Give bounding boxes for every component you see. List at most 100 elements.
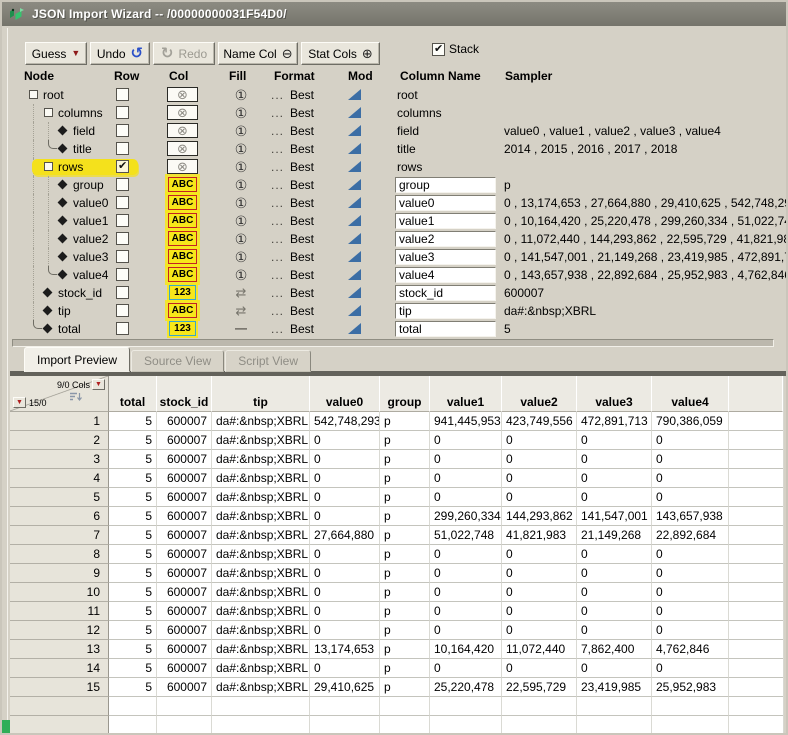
recycle-arrows-icon[interactable]: ⇄ <box>231 285 251 301</box>
grid-cell[interactable] <box>577 697 652 716</box>
grid-cell[interactable]: 0 <box>502 545 577 564</box>
mod-triangle-icon[interactable] <box>348 215 361 226</box>
leaf-diamond-icon[interactable] <box>57 215 68 226</box>
row-number[interactable]: 11 <box>10 602 109 621</box>
grid-cell[interactable]: 600007 <box>157 412 212 431</box>
sort-icon[interactable] <box>69 391 82 405</box>
grid-cell[interactable] <box>577 716 652 733</box>
grid-cell[interactable]: 0 <box>430 545 502 564</box>
grid-cell[interactable]: p <box>380 507 430 526</box>
grid-cell[interactable] <box>109 716 157 733</box>
grid-cell[interactable] <box>380 697 430 716</box>
mod-triangle-icon[interactable] <box>348 161 361 172</box>
grid-cell[interactable]: 941,445,953 <box>430 412 502 431</box>
no-column-icon[interactable]: ⊗ <box>167 159 198 174</box>
grid-cell[interactable]: 0 <box>652 621 729 640</box>
horizontal-scrollbar[interactable] <box>12 339 774 347</box>
text-abc-icon[interactable]: ABC <box>168 213 197 228</box>
column-name-field[interactable]: tip <box>395 303 496 319</box>
leaf-diamond-icon[interactable] <box>42 305 53 316</box>
mod-triangle-icon[interactable] <box>348 89 361 100</box>
grid-cell[interactable]: 0 <box>310 488 380 507</box>
grid-cell[interactable]: 0 <box>652 659 729 678</box>
grid-cell[interactable]: da#:&nbsp;XBRL <box>212 507 310 526</box>
format-ellipsis-button[interactable]: ... <box>271 214 284 228</box>
grid-cell[interactable]: 141,547,001 <box>577 507 652 526</box>
grid-cell[interactable]: 0 <box>652 583 729 602</box>
row-checkbox[interactable] <box>116 214 129 227</box>
grid-cell[interactable]: 0 <box>430 621 502 640</box>
grid-cell[interactable]: 5 <box>109 412 157 431</box>
header-sampler[interactable]: Sampler <box>505 69 552 83</box>
stack-checkbox[interactable] <box>432 42 445 56</box>
grid-cell[interactable]: 0 <box>430 469 502 488</box>
tree-node-label[interactable]: stock_id <box>58 286 102 300</box>
circled-one-icon[interactable]: ① <box>231 177 251 194</box>
grid-cell[interactable] <box>380 716 430 733</box>
format-ellipsis-button[interactable]: ... <box>271 88 284 102</box>
grid-cell[interactable]: 0 <box>310 659 380 678</box>
grid-cell[interactable]: 5 <box>109 450 157 469</box>
grid-cell[interactable] <box>652 716 729 733</box>
row-checkbox[interactable] <box>116 196 129 209</box>
row-number[interactable]: 1 <box>10 412 109 431</box>
grid-cell[interactable]: 0 <box>502 621 577 640</box>
grid-cell[interactable] <box>430 716 502 733</box>
grid-cell[interactable]: 0 <box>502 488 577 507</box>
grid-cell[interactable] <box>430 697 502 716</box>
grid-cell[interactable]: 10,164,420 <box>430 640 502 659</box>
grid-cell[interactable]: da#:&nbsp;XBRL <box>212 640 310 659</box>
row-number[interactable]: 8 <box>10 545 109 564</box>
leaf-diamond-icon[interactable] <box>42 323 53 334</box>
grid-cell[interactable]: 5 <box>109 526 157 545</box>
grid-cell[interactable]: 542,748,293 <box>310 412 380 431</box>
grid-cell[interactable]: p <box>380 431 430 450</box>
grid-cell[interactable]: da#:&nbsp;XBRL <box>212 469 310 488</box>
tree-node-label[interactable]: group <box>73 178 104 192</box>
row-number[interactable]: 6 <box>10 507 109 526</box>
grid-cell[interactable]: p <box>380 450 430 469</box>
cols-dropdown-button[interactable]: ▼ <box>92 379 105 390</box>
row-checkbox[interactable] <box>116 142 129 155</box>
grid-cell[interactable]: 0 <box>430 564 502 583</box>
row-checkbox[interactable] <box>116 124 129 137</box>
header-mod[interactable]: Mod <box>348 69 373 83</box>
grid-cell[interactable]: 0 <box>577 450 652 469</box>
grid-cell[interactable]: 0 <box>502 564 577 583</box>
grid-cell[interactable]: p <box>380 583 430 602</box>
mod-triangle-icon[interactable] <box>348 197 361 208</box>
grid-cell[interactable] <box>212 697 310 716</box>
mod-triangle-icon[interactable] <box>348 305 361 316</box>
name-col-button[interactable]: Name Col ⊖ <box>218 42 298 65</box>
grid-cell[interactable]: 0 <box>430 431 502 450</box>
format-ellipsis-button[interactable]: ... <box>271 250 284 264</box>
grid-cell[interactable]: 5 <box>109 621 157 640</box>
row-number[interactable]: 7 <box>10 526 109 545</box>
grid-corner-cell[interactable]: 9/0 Cols ▼ ▼ 15/0 <box>10 376 109 412</box>
leaf-diamond-icon[interactable] <box>57 269 68 280</box>
grid-cell[interactable]: 0 <box>502 469 577 488</box>
grid-cell[interactable]: 5 <box>109 602 157 621</box>
grid-cell[interactable]: p <box>380 488 430 507</box>
number-123-icon[interactable]: 123 <box>169 285 196 300</box>
stat-cols-button[interactable]: Stat Cols ⊕ <box>301 42 380 65</box>
row-number[interactable]: 3 <box>10 450 109 469</box>
tree-node-label[interactable]: tip <box>58 304 71 318</box>
header-col[interactable]: Col <box>169 69 188 83</box>
tab-import-preview[interactable]: Import Preview <box>24 347 131 372</box>
grid-cell[interactable]: 0 <box>430 602 502 621</box>
circled-one-icon[interactable]: ① <box>231 159 251 176</box>
grid-cell[interactable]: 0 <box>502 602 577 621</box>
grid-cell[interactable]: p <box>380 412 430 431</box>
grid-cell[interactable]: 0 <box>430 488 502 507</box>
column-name-field[interactable]: value3 <box>395 249 496 265</box>
row-checkbox[interactable] <box>116 178 129 191</box>
format-ellipsis-button[interactable]: ... <box>271 268 284 282</box>
grid-cell[interactable]: 27,664,880 <box>310 526 380 545</box>
mod-triangle-icon[interactable] <box>348 269 361 280</box>
row-checkbox[interactable] <box>116 106 129 119</box>
format-ellipsis-button[interactable]: ... <box>271 196 284 210</box>
format-ellipsis-button[interactable]: ... <box>271 304 284 318</box>
tree-expander-icon[interactable] <box>44 108 53 117</box>
mod-triangle-icon[interactable] <box>348 143 361 154</box>
